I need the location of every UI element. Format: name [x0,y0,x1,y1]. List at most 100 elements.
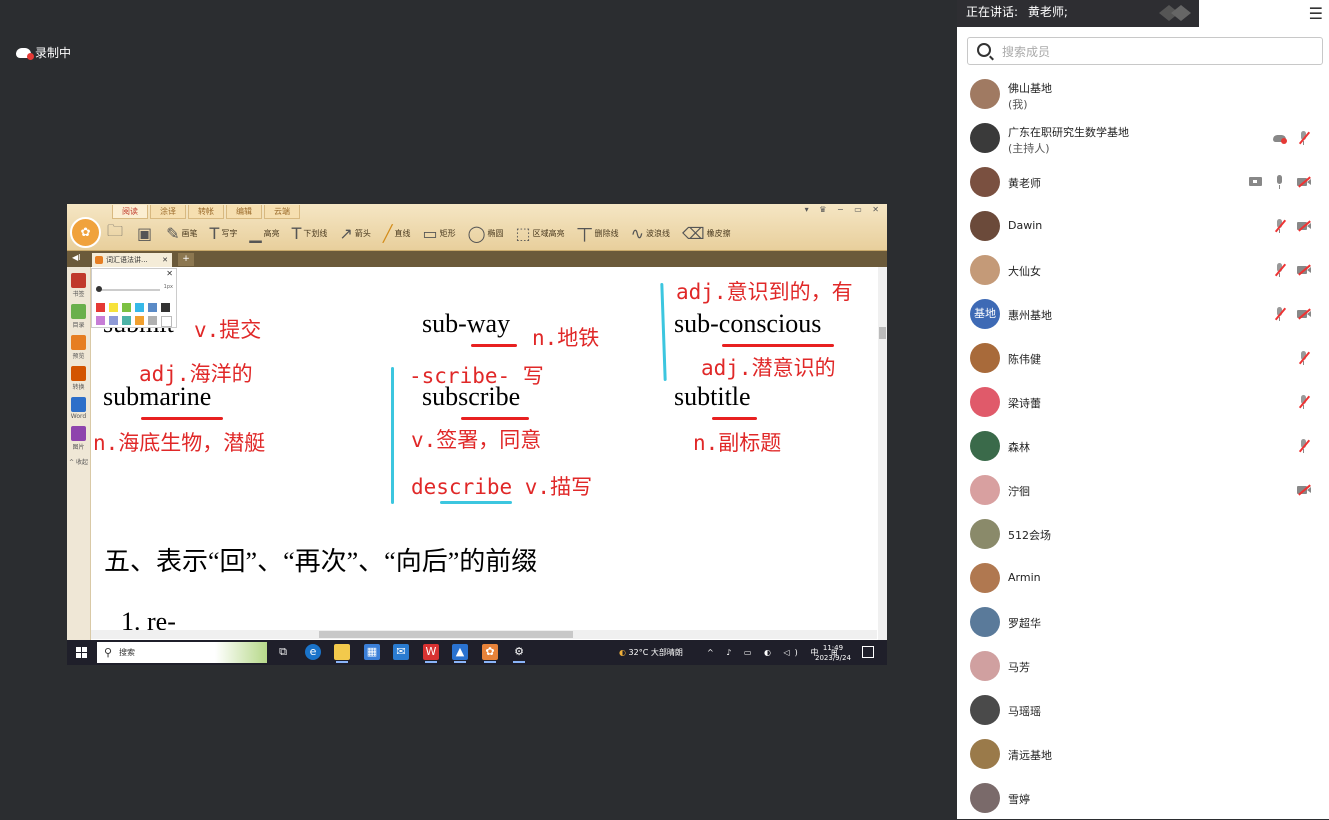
tool-text-button[interactable]: T 写字 [210,224,238,243]
mic-muted-icon[interactable] [1296,394,1312,410]
sidebar-collapse-button[interactable]: ^ 收起 [67,457,90,466]
weather-widget[interactable]: ◐ 32°C 大部晴朗 [619,647,683,658]
color-swatch[interactable] [109,303,118,312]
member-row[interactable]: 大仙女 [957,248,1329,292]
camera-off-icon[interactable] [1296,306,1312,322]
tool-area-highlight-button[interactable]: ⬚ 区域高亮 [516,224,565,243]
file-explorer-icon[interactable] [334,644,350,663]
color-swatch[interactable] [122,316,131,325]
mic-muted-icon[interactable] [1296,130,1312,146]
color-swatch[interactable] [148,303,157,312]
member-row[interactable]: 泞徊 [957,468,1329,512]
vertical-scroll-thumb[interactable] [879,327,886,339]
camera-off-icon[interactable] [1296,482,1312,498]
member-row[interactable]: 森林 [957,424,1329,468]
close-tab-icon[interactable]: ✕ [162,253,168,267]
tool-rect-button[interactable]: ▭ 矩形 [422,224,455,243]
member-row[interactable]: 马芳 [957,644,1329,688]
stroke-size-knob[interactable] [96,286,102,292]
reader-sidebar-item-1[interactable]: 目录 [67,304,90,329]
color-swatch[interactable] [135,303,144,312]
reader-sidebar-item-4[interactable]: Word [67,397,90,420]
menu-tab-0[interactable]: 阅读 [112,205,148,219]
screen-share-icon[interactable] [1248,174,1264,190]
menu-icon[interactable]: ☰ [1309,4,1323,23]
task-view-icon[interactable]: ⧉ [275,644,291,660]
member-row[interactable]: 广东在职研究生数学基地 (主持人) [957,116,1329,160]
mic-muted-icon[interactable] [1272,262,1288,278]
camera-off-icon[interactable] [1296,218,1312,234]
member-row[interactable]: 马瑶瑶 [957,688,1329,732]
tool-ellipse-button[interactable]: ◯ 椭圆 [468,224,504,243]
open-folder-button[interactable]: 🗀 [107,220,125,247]
color-swatch[interactable] [135,316,144,325]
tool-wave-button[interactable]: ∿ 波浪线 [631,224,670,243]
window-controls[interactable]: ▾ ♛ − ▭ ✕ [805,205,883,214]
reader-sidebar-item-5[interactable]: 图片 [67,426,90,451]
tool-highlight-button[interactable]: ▁ 高亮 [249,224,279,243]
member-row[interactable]: 梁诗蕾 [957,380,1329,424]
stroke-size-slider[interactable] [96,289,160,291]
member-row[interactable]: 黄老师 [957,160,1329,204]
photos-icon[interactable]: ▲ [452,644,468,663]
color-swatch[interactable] [96,303,105,312]
member-row[interactable]: Dawin [957,204,1329,248]
member-row[interactable]: 基地 惠州基地 [957,292,1329,336]
color-swatch[interactable] [148,316,157,325]
member-row[interactable]: 清远基地 [957,732,1329,776]
mic-muted-icon[interactable] [1296,438,1312,454]
color-swatch[interactable] [109,316,118,325]
menu-tab-2[interactable]: 转帐 [188,205,224,219]
reader-sidebar-item-3[interactable]: 转换 [67,366,90,391]
tool-pen-button[interactable]: ✎ 画笔 [166,224,197,243]
save-button[interactable]: ▣ [137,224,154,243]
wps-icon[interactable]: W [423,644,439,663]
reader-sidebar-item-2[interactable]: 预览 [67,335,90,360]
start-button[interactable] [76,647,87,658]
tool-underline-button[interactable]: T 下划线 [292,224,328,243]
app-logo[interactable]: ✿ [70,217,101,248]
store-icon[interactable]: ▦ [364,644,380,660]
cloud-record-icon[interactable] [1272,130,1288,146]
color-swatch[interactable] [122,303,131,312]
vertical-scrollbar[interactable] [878,267,887,640]
notification-icon[interactable] [862,646,874,658]
recording-indicator[interactable]: 录制中 [16,44,71,61]
new-tab-button[interactable]: + [178,253,194,266]
horizontal-scroll-thumb[interactable] [319,631,573,638]
edge-icon[interactable]: e [305,644,321,660]
color-swatch[interactable] [96,316,105,325]
member-row[interactable]: 陈伟健 [957,336,1329,380]
mail-icon[interactable]: ✉ [393,644,409,660]
document-tab[interactable]: 词汇语法讲... ✕ [92,253,172,267]
color-swatch[interactable] [161,316,172,327]
tool-arrow-button[interactable]: ↗ 箭头 [339,224,370,243]
tool-eraser-button[interactable]: ⌫ 橡皮擦 [682,224,731,243]
taskbar-clock[interactable]: 11:49 2023/9/24 [815,643,851,663]
member-row[interactable]: Armin [957,556,1329,600]
menu-tab-4[interactable]: 云端 [264,205,300,219]
camera-off-icon[interactable] [1296,262,1312,278]
horizontal-scrollbar[interactable] [91,630,877,639]
menu-tab-3[interactable]: 编辑 [226,205,262,219]
mic-muted-icon[interactable] [1272,218,1288,234]
reader-app-icon[interactable]: ✿ [482,644,498,663]
member-row[interactable]: 佛山基地 (我) [957,72,1329,116]
member-row[interactable]: 罗超华 [957,600,1329,644]
member-row[interactable]: 512会场 [957,512,1329,556]
camera-off-icon[interactable] [1296,174,1312,190]
tool-strike-button[interactable]: 丅删除线 [577,221,619,245]
menu-tab-1[interactable]: 涂译 [150,205,186,219]
mic-muted-icon[interactable] [1272,306,1288,322]
reader-sidebar-item-0[interactable]: 书签 [67,273,90,298]
member-row[interactable]: 雪婷 [957,776,1329,820]
palette-close-icon[interactable]: ✕ [166,269,173,278]
mic-icon[interactable] [1272,174,1288,190]
settings-icon[interactable]: ⚙ [511,644,527,663]
tool-line-button[interactable]: ╱ 直线 [383,224,411,243]
avatar [970,343,1000,373]
member-search-input[interactable] [1000,42,1304,62]
mic-muted-icon[interactable] [1296,350,1312,366]
color-swatch[interactable] [161,303,170,312]
collapse-sidebar-button[interactable]: ◀I [72,253,81,262]
